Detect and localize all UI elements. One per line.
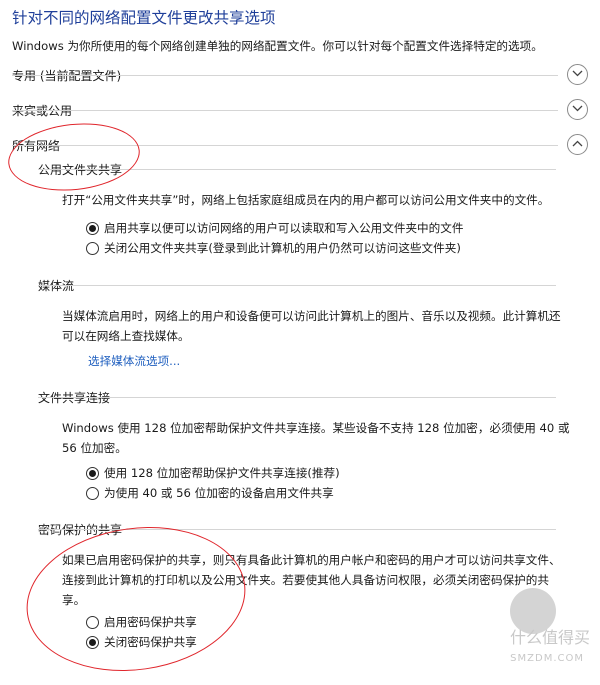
password-text: 如果已启用密码保护的共享，则只有具备此计算机的用户帐户和密码的用户才可以访问共享… bbox=[62, 550, 582, 610]
file-sharing-text-line: 56 位加密。 bbox=[62, 441, 127, 455]
chevron-up-icon[interactable] bbox=[567, 134, 588, 155]
radio-label: 关闭密码保护共享 bbox=[104, 635, 197, 649]
radio-label: 启用共享以便可以访问网络的用户可以读取和写入公用文件夹中的文件 bbox=[104, 221, 464, 235]
divider bbox=[38, 169, 556, 170]
chevron-down-icon[interactable] bbox=[567, 64, 588, 85]
radio-off-icon[interactable] bbox=[86, 242, 99, 255]
divider bbox=[38, 285, 556, 286]
radio-off-icon[interactable] bbox=[86, 487, 99, 500]
media-heading-row: 媒体流 bbox=[38, 276, 556, 294]
radio-label: 为使用 40 或 56 位加密的设备启用文件共享 bbox=[104, 486, 334, 500]
public-folder-heading-row: 公用文件夹共享 bbox=[38, 160, 556, 178]
password-text-line: 连接到此计算机的打印机以及公用文件夹。若要使其他人具备访问权限，必须关闭密码保护… bbox=[62, 573, 549, 587]
password-heading-row: 密码保护的共享 bbox=[38, 520, 556, 538]
radio-label: 使用 128 位加密帮助保护文件共享连接(推荐) bbox=[104, 466, 340, 480]
public-folder-text: 打开“公用文件夹共享”时，网络上包括家庭组成员在内的用户都可以访问公用文件夹中的… bbox=[62, 193, 550, 207]
page-title: 针对不同的网络配置文件更改共享选项 bbox=[12, 9, 276, 27]
watermark-text: 什么值得买 bbox=[509, 628, 590, 647]
media-text-line: 可以在网络上查找媒体。 bbox=[62, 329, 190, 343]
media-text: 当媒体流启用时，网络上的用户和设备便可以访问此计算机上的图片、音乐以及视频。此计… bbox=[62, 306, 582, 346]
radio-on-icon[interactable] bbox=[86, 222, 99, 235]
divider bbox=[12, 110, 558, 111]
radio-on-icon[interactable] bbox=[86, 467, 99, 480]
section-guest-public[interactable]: 来宾或公用 bbox=[12, 99, 588, 121]
page-description: Windows 为你所使用的每个网络创建单独的网络配置文件。你可以针对每个配置文… bbox=[12, 39, 543, 53]
media-text-line: 当媒体流启用时，网络上的用户和设备便可以访问此计算机上的图片、音乐以及视频。此计… bbox=[62, 309, 561, 323]
section-all-networks[interactable]: 所有网络 bbox=[12, 134, 588, 156]
divider bbox=[38, 529, 556, 530]
radio-off-icon[interactable] bbox=[86, 616, 99, 629]
chevron-down-icon[interactable] bbox=[567, 99, 588, 120]
media-options-link[interactable]: 选择媒体流选项... bbox=[88, 353, 180, 369]
radio-on-icon[interactable] bbox=[86, 636, 99, 649]
radio-label: 启用密码保护共享 bbox=[104, 615, 197, 629]
file-sharing-text-line: Windows 使用 128 位加密帮助保护文件共享连接。某些设备不支持 128… bbox=[62, 421, 570, 435]
divider bbox=[12, 145, 558, 146]
annotation-circle bbox=[4, 117, 144, 197]
file-sharing-text: Windows 使用 128 位加密帮助保护文件共享连接。某些设备不支持 128… bbox=[62, 418, 582, 458]
watermark-url: SMZDM.COM bbox=[510, 653, 584, 664]
password-text-line: 享。 bbox=[62, 593, 86, 607]
password-text-line: 如果已启用密码保护的共享，则只有具备此计算机的用户帐户和密码的用户才可以访问共享… bbox=[62, 553, 561, 567]
section-private[interactable]: 专用 (当前配置文件) bbox=[12, 64, 588, 86]
divider bbox=[12, 75, 558, 76]
divider bbox=[38, 397, 556, 398]
file-sharing-heading-row: 文件共享连接 bbox=[38, 388, 556, 406]
radio-label: 关闭公用文件夹共享(登录到此计算机的用户仍然可以访问这些文件夹) bbox=[104, 241, 461, 255]
